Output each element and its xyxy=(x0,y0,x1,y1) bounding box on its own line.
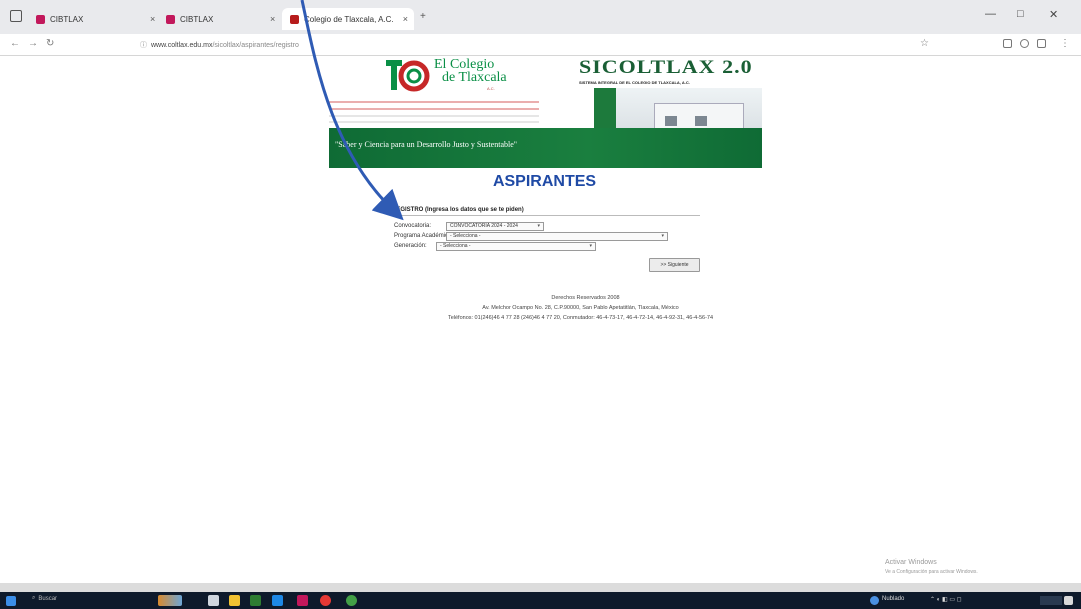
footer-copyright: Derechos Reservados 2008 xyxy=(551,295,620,301)
generacion-select[interactable]: - Selecciona - ▾ xyxy=(436,242,596,251)
programa-label: Programa Académico: xyxy=(394,233,454,239)
url-host: www.coltlax.edu.mx xyxy=(151,41,213,49)
windows-start-icon[interactable] xyxy=(6,596,16,606)
page-title: ASPIRANTES xyxy=(492,173,597,190)
generacion-label: Generación: xyxy=(394,243,427,249)
next-button[interactable]: >> Siguiente xyxy=(649,258,700,272)
reload-icon[interactable]: ↻ xyxy=(46,38,54,49)
browser-nav-bar: ← → ↻ ⓘ www.coltlax.edu.mx /sicoltlax/as… xyxy=(0,34,1081,56)
taskbar-search[interactable]: ⌕ Buscar xyxy=(32,595,57,602)
browser-tab-active[interactable]: Colegio de Tlaxcala, A.C. × xyxy=(282,8,414,30)
convocatoria-select[interactable]: CONVOCATORIA 2024 - 2024 ▾ xyxy=(446,222,544,231)
decorative-lines xyxy=(329,101,539,123)
watermark-title: Activar Windows xyxy=(885,559,937,566)
menu-icon[interactable]: ⋮ xyxy=(1060,38,1070,49)
back-icon[interactable]: ← xyxy=(10,38,20,49)
close-window-icon[interactable]: ✕ xyxy=(1049,8,1058,21)
browser-tab-2[interactable]: CIBTLAX xyxy=(166,8,213,30)
task-view-icon[interactable] xyxy=(208,595,219,606)
chevron-down-icon: ▾ xyxy=(589,243,592,249)
extensions-icon[interactable] xyxy=(1003,39,1012,48)
programa-select[interactable]: - Selecciona - ▾ xyxy=(446,232,668,241)
footer-phones: Teléfonos: 01(246)46 4 77 28 (246)46 4 7… xyxy=(447,315,714,321)
colegio-logo-icon xyxy=(386,60,430,92)
address-bar[interactable]: ⓘ www.coltlax.edu.mx /sicoltlax/aspirant… xyxy=(140,37,930,53)
chevron-down-icon: ▾ xyxy=(537,223,540,229)
system-tray-icon[interactable]: ⌃ ◐ ◧ ▭ ◻ xyxy=(930,596,962,603)
chevron-down-icon: ▾ xyxy=(661,233,664,239)
system-description: SISTEMA INTEGRAL DE EL COLEGIO DE TLAXCA… xyxy=(579,80,690,85)
browser-tab-1[interactable]: CIBTLAX xyxy=(36,8,83,30)
notifications-icon[interactable] xyxy=(1064,596,1073,605)
form-title: REGISTRO (Ingresa los datos que se te pi… xyxy=(392,207,524,213)
search-icon: ⌕ xyxy=(32,595,36,601)
profile-icon[interactable] xyxy=(1020,39,1029,48)
edge-icon[interactable] xyxy=(272,595,283,606)
site-favicon-icon xyxy=(166,14,175,24)
logo-text: El Colegio de Tlaxcala xyxy=(434,58,507,85)
weather-icon[interactable] xyxy=(870,596,879,605)
widgets-icon[interactable] xyxy=(158,595,182,606)
forward-icon[interactable]: → xyxy=(28,38,38,49)
tab-label: Colegio de Tlaxcala, A.C. xyxy=(304,14,394,24)
convocatoria-value: CONVOCATORIA 2024 - 2024 xyxy=(450,223,518,229)
windows-taskbar: ⌕ Buscar Nublado ⌃ ◐ ◧ ▭ ◻ xyxy=(0,592,1081,609)
new-tab-icon[interactable]: + xyxy=(420,11,426,22)
screen: CIBTLAX × CIBTLAX × Colegio de Tlaxcala,… xyxy=(0,0,1081,609)
slogan-text: "Saber y Ciencia para un Desarrollo Just… xyxy=(335,140,518,149)
app-icon[interactable] xyxy=(297,595,308,606)
footer-address: Av. Melchor Ocampo No. 28, C.P.90000, Sa… xyxy=(482,305,679,311)
minimize-icon[interactable]: — xyxy=(985,8,996,20)
tab-close-icon[interactable]: × xyxy=(150,8,155,30)
app-green-icon[interactable] xyxy=(346,595,357,606)
chrome-icon[interactable] xyxy=(320,595,331,606)
programa-value: - Selecciona - xyxy=(450,233,481,239)
convocatoria-label: Convocatoria: xyxy=(394,223,432,229)
watermark-subtitle: Ve a Configuración para activar Windows. xyxy=(885,569,978,575)
logo-line-2: de Tlaxcala xyxy=(442,70,507,85)
clock[interactable] xyxy=(1040,596,1062,605)
form-divider xyxy=(390,215,700,216)
tab-close-icon[interactable]: × xyxy=(270,8,275,30)
weather-label[interactable]: Nublado xyxy=(882,596,904,602)
activation-watermark: Activar Windows Ve a Configuración para … xyxy=(885,559,978,575)
site-banner: El Colegio de Tlaxcala A.C. SICOLTLAX 2.… xyxy=(329,56,762,168)
tab-label: CIBTLAX xyxy=(180,14,214,24)
system-name: SICOLTLAX 2.0 xyxy=(579,56,753,78)
site-info-icon[interactable]: ⓘ xyxy=(140,40,147,50)
tab-close-icon[interactable]: × xyxy=(403,14,408,24)
url-path: /sicoltlax/aspirantes/registro xyxy=(212,41,299,49)
bookmark-star-icon[interactable]: ☆ xyxy=(920,38,929,49)
downloads-icon[interactable] xyxy=(1037,39,1046,48)
horizontal-scrollbar[interactable] xyxy=(0,583,1081,592)
file-explorer-icon[interactable] xyxy=(229,595,240,606)
tab-actions-icon[interactable] xyxy=(10,10,22,22)
logo-suffix: A.C. xyxy=(487,86,495,91)
store-icon[interactable] xyxy=(250,595,261,606)
maximize-icon[interactable]: □ xyxy=(1017,8,1024,20)
generacion-value: - Selecciona - xyxy=(440,243,471,249)
tab-label: CIBTLAX xyxy=(50,14,84,24)
browser-tab-bar: CIBTLAX × CIBTLAX × Colegio de Tlaxcala,… xyxy=(0,0,1081,34)
taskbar-search-label: Buscar xyxy=(38,595,58,602)
site-favicon-icon xyxy=(290,14,299,24)
site-favicon-icon xyxy=(36,14,45,24)
